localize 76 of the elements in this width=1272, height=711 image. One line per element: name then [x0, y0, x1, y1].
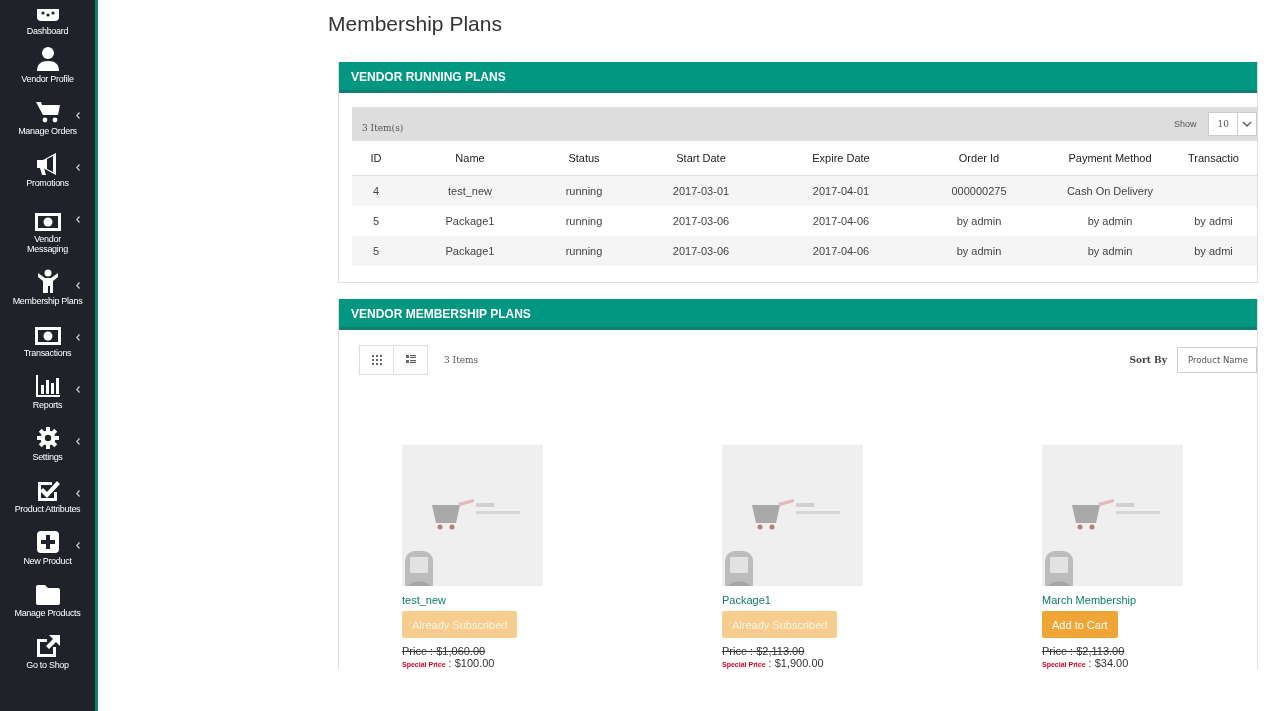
plus-icon — [36, 531, 59, 553]
table-cell: by admi — [1170, 236, 1257, 266]
column-header: Expire Date — [774, 141, 908, 176]
table-cell: by admin — [1050, 236, 1170, 266]
sort-select[interactable]: Product Name — [1176, 347, 1257, 373]
price-text: Price : $2,113.00 — [1042, 645, 1125, 657]
table-cell: Package1 — [400, 236, 540, 266]
sidebar-item[interactable]: New Product — [0, 520, 95, 572]
table-cell: 2017-03-06 — [628, 206, 774, 236]
table-cell: by admin — [908, 206, 1050, 236]
table-cell: running — [540, 236, 628, 266]
table-cell: 000000275 — [908, 175, 1050, 206]
table-cell: by admin — [1050, 206, 1170, 236]
table-cell: by admi — [1170, 206, 1257, 236]
sidebar-item[interactable]: Vendor Messaging — [0, 194, 95, 260]
table-cell: by admin — [908, 236, 1050, 266]
special-price: : $1,900.00 — [768, 657, 824, 669]
sidebar-item[interactable]: Promotions — [0, 142, 95, 194]
column-header: Order Id — [908, 141, 1050, 176]
column-header: ID — [352, 141, 400, 176]
dashboard-icon — [34, 9, 61, 23]
grid-view-icon — [371, 355, 382, 365]
user-icon — [36, 47, 59, 71]
table-cell: 2017-03-06 — [628, 236, 774, 266]
banknote-icon — [34, 213, 61, 231]
list-view-icon — [405, 355, 416, 365]
table-cell: 2017-04-06 — [774, 236, 908, 266]
banknote-icon — [34, 327, 61, 345]
external-link-icon — [35, 635, 60, 657]
sidebar-item[interactable]: Product Attributes — [0, 468, 95, 520]
column-header: Status — [540, 141, 628, 176]
figure-icon — [37, 269, 58, 293]
column-header: Transactio — [1170, 141, 1257, 176]
sidebar-item[interactable]: Go to Shop — [0, 624, 95, 676]
sidebar-item[interactable]: Transactions — [0, 312, 95, 364]
checkbox-icon — [35, 479, 60, 501]
folder-icon — [35, 585, 60, 605]
cart-icon — [35, 101, 60, 123]
item-count: 3 Item(s) — [362, 122, 404, 133]
table-cell: 2017-03-01 — [628, 175, 774, 206]
sidebar-item[interactable]: Vendor Profile — [0, 38, 95, 90]
sidebar-item[interactable]: Dashboard — [0, 8, 95, 38]
table-cell: running — [540, 175, 628, 206]
gear-icon — [36, 427, 59, 449]
table-cell: 4 — [352, 175, 400, 206]
plan-link[interactable]: March Membership — [1042, 594, 1137, 606]
panel-header: VENDOR MEMBERSHIP PLANS — [339, 299, 1257, 330]
column-header: Start Date — [628, 141, 774, 176]
table-cell: Cash On Delivery — [1050, 175, 1170, 206]
panel-header: VENDOR RUNNING PLANS — [339, 62, 1257, 93]
show-label: Show — [1174, 119, 1197, 129]
view-toggle[interactable] — [393, 345, 428, 375]
price-text: Price : $2,113.00 — [722, 645, 805, 657]
column-header: Payment Method — [1050, 141, 1170, 176]
table-cell: running — [540, 206, 628, 236]
sidebar-item[interactable]: Membership Plans — [0, 260, 95, 312]
special-price: : $100.00 — [448, 657, 495, 669]
sort-label: Sort By — [1129, 355, 1167, 365]
table-cell: Package1 — [400, 206, 540, 236]
column-header: Name — [400, 141, 540, 176]
sidebar-item[interactable]: Manage Orders — [0, 90, 95, 142]
special-price: : $34.00 — [1088, 657, 1129, 669]
price-text: Price : $1,060.00 — [402, 645, 486, 657]
sidebar-item[interactable]: Reports — [0, 364, 95, 416]
table-cell: 2017-04-06 — [774, 206, 908, 236]
item-count: 3 Items — [444, 355, 479, 365]
table-cell: 2017-04-01 — [774, 175, 908, 206]
sidebar-item[interactable]: Manage Products — [0, 572, 95, 624]
bar-chart-icon — [35, 375, 60, 397]
table-cell: 5 — [352, 236, 400, 266]
table-cell: test_new — [400, 175, 540, 206]
page-size-select[interactable]: 10 — [1207, 112, 1257, 136]
table-cell: 5 — [352, 206, 400, 236]
view-toggle[interactable] — [359, 345, 394, 375]
sidebar-item[interactable]: Settings — [0, 416, 95, 468]
page-title: Membership Plans — [328, 12, 502, 36]
